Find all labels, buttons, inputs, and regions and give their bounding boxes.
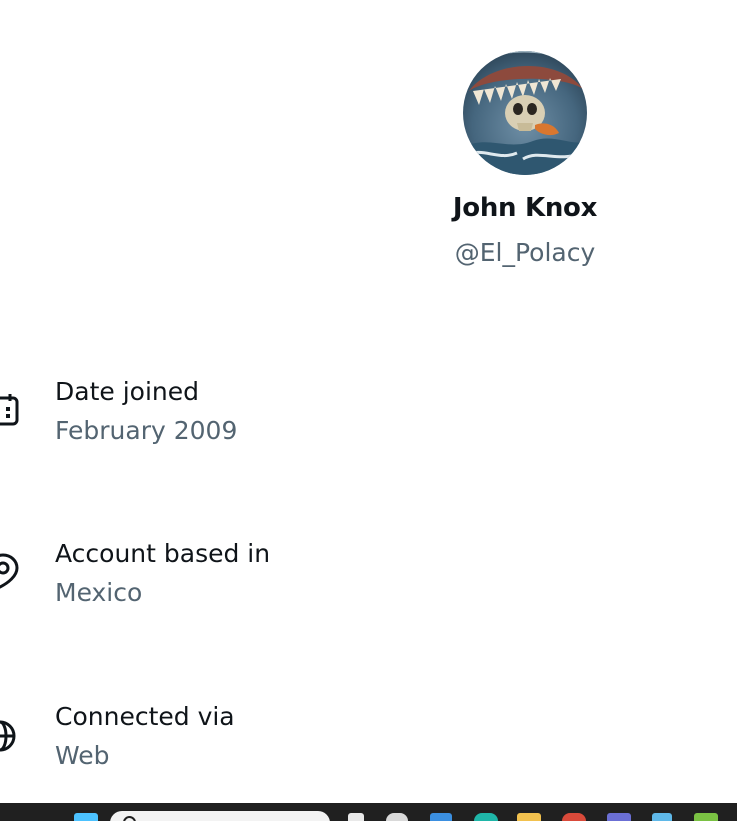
edge-icon[interactable] [474, 813, 498, 821]
task-view-icon[interactable] [348, 813, 364, 821]
connected-via-label: Connected via [55, 702, 235, 731]
account-based-in-value: Mexico [55, 578, 143, 607]
connected-via-value: Web [55, 741, 110, 770]
display-name: John Knox [452, 193, 598, 223]
avatar[interactable] [463, 51, 587, 175]
windows-start-icon[interactable] [74, 813, 98, 821]
user-handle: @El_Polacy [454, 238, 596, 267]
date-joined-value: February 2009 [55, 416, 238, 445]
teams-icon[interactable] [607, 813, 631, 821]
location-pin-icon [0, 553, 19, 589]
account-based-in-label: Account based in [55, 539, 271, 568]
store-icon[interactable] [652, 813, 672, 821]
chrome-icon[interactable] [562, 813, 586, 821]
windows-taskbar [0, 803, 737, 821]
avatar-painting-image [463, 51, 587, 175]
vscode-icon[interactable] [430, 813, 452, 821]
calendar-icon [0, 394, 19, 426]
globe-icon [0, 720, 16, 752]
taskbar-search-box[interactable] [110, 811, 330, 821]
profile-about-page: John Knox @El_Polacy Date joined Februar… [0, 0, 737, 821]
copilot-icon[interactable] [386, 813, 408, 821]
excel-icon[interactable] [694, 813, 718, 821]
date-joined-label: Date joined [55, 377, 199, 406]
file-explorer-icon[interactable] [517, 813, 541, 821]
